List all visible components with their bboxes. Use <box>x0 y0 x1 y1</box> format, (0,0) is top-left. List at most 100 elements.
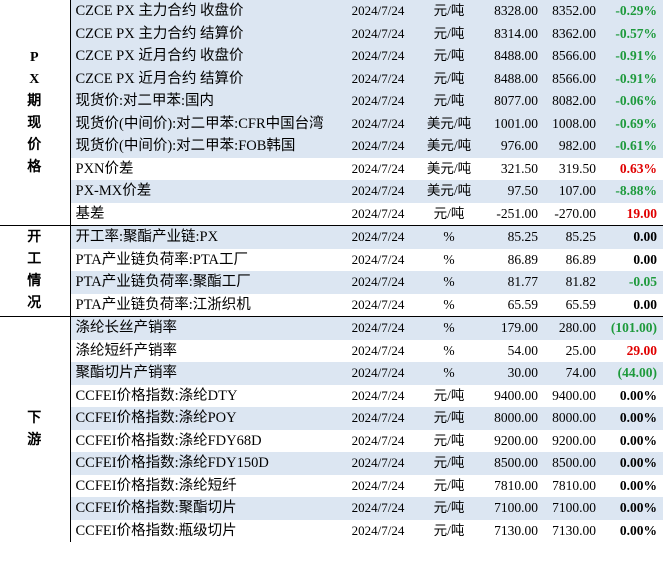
row-name: CZCE PX 主力合约 结算价 <box>70 22 332 45</box>
section-char: 价 <box>27 137 43 153</box>
row-value-current: 9400.00 <box>494 387 538 403</box>
row-name: 基差 <box>75 205 105 222</box>
row-value-previous: 8566.00 <box>544 45 602 68</box>
row-unit: 元/吨 <box>433 477 465 493</box>
row-change: (101.00) <box>602 316 663 340</box>
row-date: 2024/7/24 <box>332 316 418 340</box>
row-value-current: 8328.00 <box>480 0 544 23</box>
row-date: 2024/7/24 <box>332 22 418 45</box>
section-char: 期 <box>27 93 43 109</box>
row-value-previous: 81.82 <box>544 271 602 294</box>
row-date: 2024/7/24 <box>351 160 405 176</box>
row-date: 2024/7/24 <box>351 432 405 448</box>
row-unit: % <box>418 362 480 385</box>
row-change: -0.57% <box>602 22 663 45</box>
row-change: -0.69% <box>602 112 663 135</box>
row-value-previous: -270.00 <box>554 205 596 221</box>
row-value-previous: 7130.00 <box>552 522 596 538</box>
row-value-current: 8500.00 <box>480 452 544 475</box>
row-unit: 元/吨 <box>433 387 465 403</box>
row-value-previous: 9400.00 <box>552 387 596 403</box>
row-value-previous: 280.00 <box>544 316 602 340</box>
table-row: PX-MX价差 2024/7/24 美元/吨 97.50 107.00 -8.88% <box>0 180 663 203</box>
row-unit: 美元/吨 <box>426 160 472 176</box>
row-name: 涤纶短纤产销率 <box>75 342 178 359</box>
row-value-current: 179.00 <box>480 316 544 340</box>
row-date: 2024/7/24 <box>332 225 418 249</box>
section-char: P <box>29 49 40 65</box>
row-date: 2024/7/24 <box>332 112 418 135</box>
row-unit: % <box>443 251 455 267</box>
row-name: CCFEI价格指数:涤纶DTY <box>75 387 238 404</box>
row-date: 2024/7/24 <box>332 90 418 113</box>
row-value-current: 97.50 <box>480 180 544 203</box>
row-name: CZCE PX 近月合约 收盘价 <box>70 45 332 68</box>
row-value-previous: 65.59 <box>565 296 596 312</box>
row-change: 0.00% <box>602 452 663 475</box>
row-unit: % <box>418 316 480 340</box>
row-name: 现货价:对二甲苯:国内 <box>70 90 332 113</box>
row-unit: % <box>418 225 480 249</box>
row-name: 聚酯切片产销率 <box>70 362 332 385</box>
table-row: CZCE PX 主力合约 结算价 2024/7/24 元/吨 8314.00 8362.… <box>0 22 663 45</box>
row-name: CCFEI价格指数:瓶级切片 <box>75 522 237 539</box>
row-unit: % <box>443 342 455 358</box>
section-char: 格 <box>27 159 43 175</box>
row-value-current: -251.00 <box>496 205 538 221</box>
table-row: CCFEI价格指数:瓶级切片 2024/7/24 元/吨 7130.00 7130.00… <box>0 520 663 543</box>
table-row: P X 期现价格 CZCE PX 主力合约 收盘价 2024/7/24 元/吨 8328.0… <box>0 0 663 226</box>
table-row: CCFEI价格指数:涤纶FDY68D 2024/7/24 元/吨 9200.00 920… <box>0 430 663 453</box>
row-change: 0.00% <box>602 497 663 520</box>
row-name: PTA产业链负荷率:聚酯工厂 <box>70 271 332 294</box>
row-value-current: 9200.00 <box>494 432 538 448</box>
row-change: 19.00 <box>626 205 657 221</box>
row-value-current: 1001.00 <box>480 112 544 135</box>
row-value-previous: 85.25 <box>544 225 602 249</box>
row-date: 2024/7/24 <box>351 251 405 267</box>
table-row: CCFEI价格指数:涤纶POY 2024/7/24 元/吨 8000.00 8000.0… <box>0 407 663 430</box>
row-unit: 元/吨 <box>418 452 480 475</box>
row-unit: % <box>443 296 455 312</box>
row-value-current: 7130.00 <box>494 522 538 538</box>
row-change: 0.00% <box>619 477 657 493</box>
row-change: -0.61% <box>602 135 663 158</box>
row-date: 2024/7/24 <box>351 296 405 312</box>
row-date: 2024/7/24 <box>351 477 405 493</box>
row-value-previous: 982.00 <box>544 135 602 158</box>
row-value-current: 321.50 <box>500 160 538 176</box>
row-value-current: 7100.00 <box>480 497 544 520</box>
table-row: 现货价:对二甲苯:国内 2024/7/24 元/吨 8077.00 8082.00 -0.… <box>0 90 663 113</box>
row-unit: 元/吨 <box>418 22 480 45</box>
row-value-previous: 7810.00 <box>552 477 596 493</box>
row-date: 2024/7/24 <box>351 522 405 538</box>
row-unit: 元/吨 <box>418 45 480 68</box>
row-value-previous: 7100.00 <box>544 497 602 520</box>
row-unit: % <box>418 271 480 294</box>
row-date: 2024/7/24 <box>332 67 418 90</box>
row-value-current: 976.00 <box>480 135 544 158</box>
section-char: 现 <box>27 115 43 131</box>
row-change: -0.05 <box>602 271 663 294</box>
row-date: 2024/7/24 <box>351 342 405 358</box>
row-name: 现货价(中间价):对二甲苯:CFR中国台湾 <box>70 112 332 135</box>
table-row: CCFEI价格指数:涤纶短纤 2024/7/24 元/吨 7810.00 7810.00… <box>0 475 663 498</box>
row-value-previous: 86.89 <box>565 251 596 267</box>
table-row: PTA产业链负荷率:PTA工厂 2024/7/24% 86.89 86.89 0.00 <box>0 249 663 272</box>
row-value-previous: 8082.00 <box>544 90 602 113</box>
row-change: 0.00 <box>633 251 657 267</box>
section-char: 开 <box>27 230 43 245</box>
row-change: -0.91% <box>602 45 663 68</box>
table-row: CCFEI价格指数:涤纶FDY150D 2024/7/24 元/吨 8500.00 85… <box>0 452 663 475</box>
row-value-current: 81.77 <box>480 271 544 294</box>
row-unit: 元/吨 <box>418 407 480 430</box>
table-row: PTA产业链负荷率:江浙织机 2024/7/24% 65.59 65.59 0.00 <box>0 294 663 317</box>
row-date: 2024/7/24 <box>332 180 418 203</box>
row-date: 2024/7/24 <box>332 362 418 385</box>
row-date: 2024/7/24 <box>332 0 418 23</box>
row-change: 0.63% <box>619 160 657 176</box>
row-name: CCFEI价格指数:涤纶POY <box>70 407 332 430</box>
section-char: 游 <box>27 432 43 448</box>
row-date: 2024/7/24 <box>332 271 418 294</box>
row-change: -0.29% <box>602 0 663 23</box>
section-char: 况 <box>27 296 43 311</box>
